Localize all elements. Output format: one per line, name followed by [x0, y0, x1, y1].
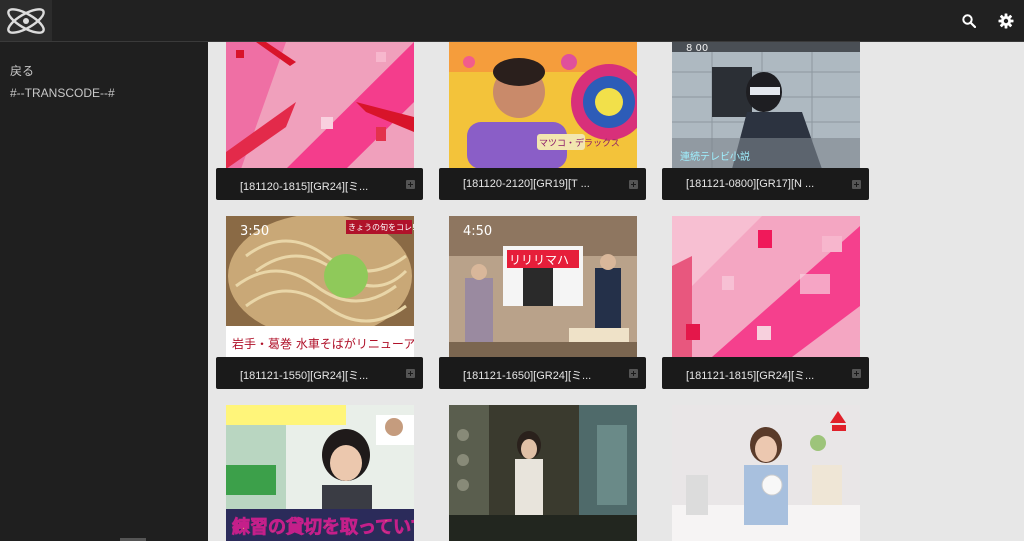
video-thumbnail[interactable] [672, 216, 860, 357]
video-card[interactable]: 練習の貸切を取っていて [216, 405, 423, 541]
sidebar: 戻る #--TRANSCODE--# [0, 42, 208, 541]
video-title[interactable]: [181121-1650][GR24][ミ... [463, 367, 591, 383]
video-card[interactable]: マツコ・デラックス [181120-2120][GR19][T ... [439, 42, 646, 200]
card-info-bar[interactable]: [181121-1650][GR24][ミ... [439, 357, 646, 389]
video-card[interactable] [439, 405, 646, 541]
svg-text:リリリマハ: リリリマハ [509, 253, 569, 267]
search-icon[interactable] [959, 11, 979, 31]
card-menu-icon[interactable] [852, 369, 861, 378]
card-menu-icon[interactable] [406, 369, 415, 378]
thumb-caption: 岩手・葛巻 水車そばがリニューアル! [232, 336, 414, 351]
top-app-bar [0, 0, 1024, 42]
gear-icon[interactable] [996, 11, 1016, 31]
video-thumbnail[interactable]: リリリマハ 4:50 [449, 216, 637, 357]
video-thumbnail[interactable] [226, 42, 414, 169]
video-title[interactable]: [181121-0800][GR17][N ... [686, 178, 814, 190]
sidebar-item-back[interactable]: 戻る [10, 62, 34, 79]
svg-text:きょうの旬をコレ!: きょうの旬をコレ! [348, 222, 414, 232]
video-thumbnail[interactable]: マツコ・デラックス [449, 42, 637, 169]
video-card[interactable]: 連続テレビ小説 8 00 [181121-0800][GR17][N ... [662, 42, 869, 200]
video-card[interactable] [662, 405, 869, 541]
svg-text:マツコ・デラックス: マツコ・デラックス [539, 137, 620, 149]
card-menu-icon[interactable] [406, 180, 415, 189]
time-badge: 3:50 [240, 224, 270, 239]
video-card[interactable]: [181120-1815][GR24][ミ... [216, 42, 423, 200]
video-thumbnail[interactable] [672, 405, 860, 541]
card-menu-icon[interactable] [852, 180, 861, 189]
card-info-bar[interactable]: [181121-1550][GR24][ミ... [216, 357, 423, 389]
video-thumbnail[interactable]: 練習の貸切を取っていて [226, 405, 414, 541]
video-card[interactable]: リリリマハ 4:50 [181121-1650][GR24][ミ... [439, 216, 646, 389]
atom-logo-icon[interactable] [0, 0, 52, 41]
video-grid: [181120-1815][GR24][ミ... マツコ・デラックス [1811… [208, 42, 1024, 541]
card-info-bar[interactable]: [181121-0800][GR17][N ... [662, 168, 869, 200]
time-badge: 4:50 [463, 224, 493, 239]
card-menu-icon[interactable] [629, 180, 638, 189]
video-thumbnail[interactable]: 連続テレビ小説 8 00 [672, 42, 860, 169]
card-info-bar[interactable]: [181120-1815][GR24][ミ... [216, 168, 423, 200]
video-title[interactable]: [181121-1550][GR24][ミ... [240, 367, 368, 383]
card-info-bar[interactable]: [181120-2120][GR19][T ... [439, 168, 646, 200]
video-title[interactable]: [181121-1815][GR24][ミ... [686, 367, 814, 383]
video-title[interactable]: [181120-2120][GR19][T ... [463, 178, 590, 190]
sidebar-item-transcode[interactable]: #--TRANSCODE--# [10, 86, 115, 100]
video-thumbnail[interactable]: きょうの旬をコレ! 岩手・葛巻 水車そばがリニューアル! 3:50 [226, 216, 414, 357]
svg-text:連続テレビ小説: 連続テレビ小説 [680, 150, 750, 163]
video-card[interactable]: きょうの旬をコレ! 岩手・葛巻 水車そばがリニューアル! 3:50 [18112… [216, 216, 423, 389]
video-card[interactable]: [181121-1815][GR24][ミ... [662, 216, 869, 389]
thumb-caption: 練習の貸切を取っていて [232, 516, 414, 538]
time-badge: 8 00 [686, 43, 709, 54]
card-menu-icon[interactable] [629, 369, 638, 378]
card-info-bar[interactable]: [181121-1815][GR24][ミ... [662, 357, 869, 389]
video-thumbnail[interactable] [449, 405, 637, 541]
video-title[interactable]: [181120-1815][GR24][ミ... [240, 178, 368, 194]
